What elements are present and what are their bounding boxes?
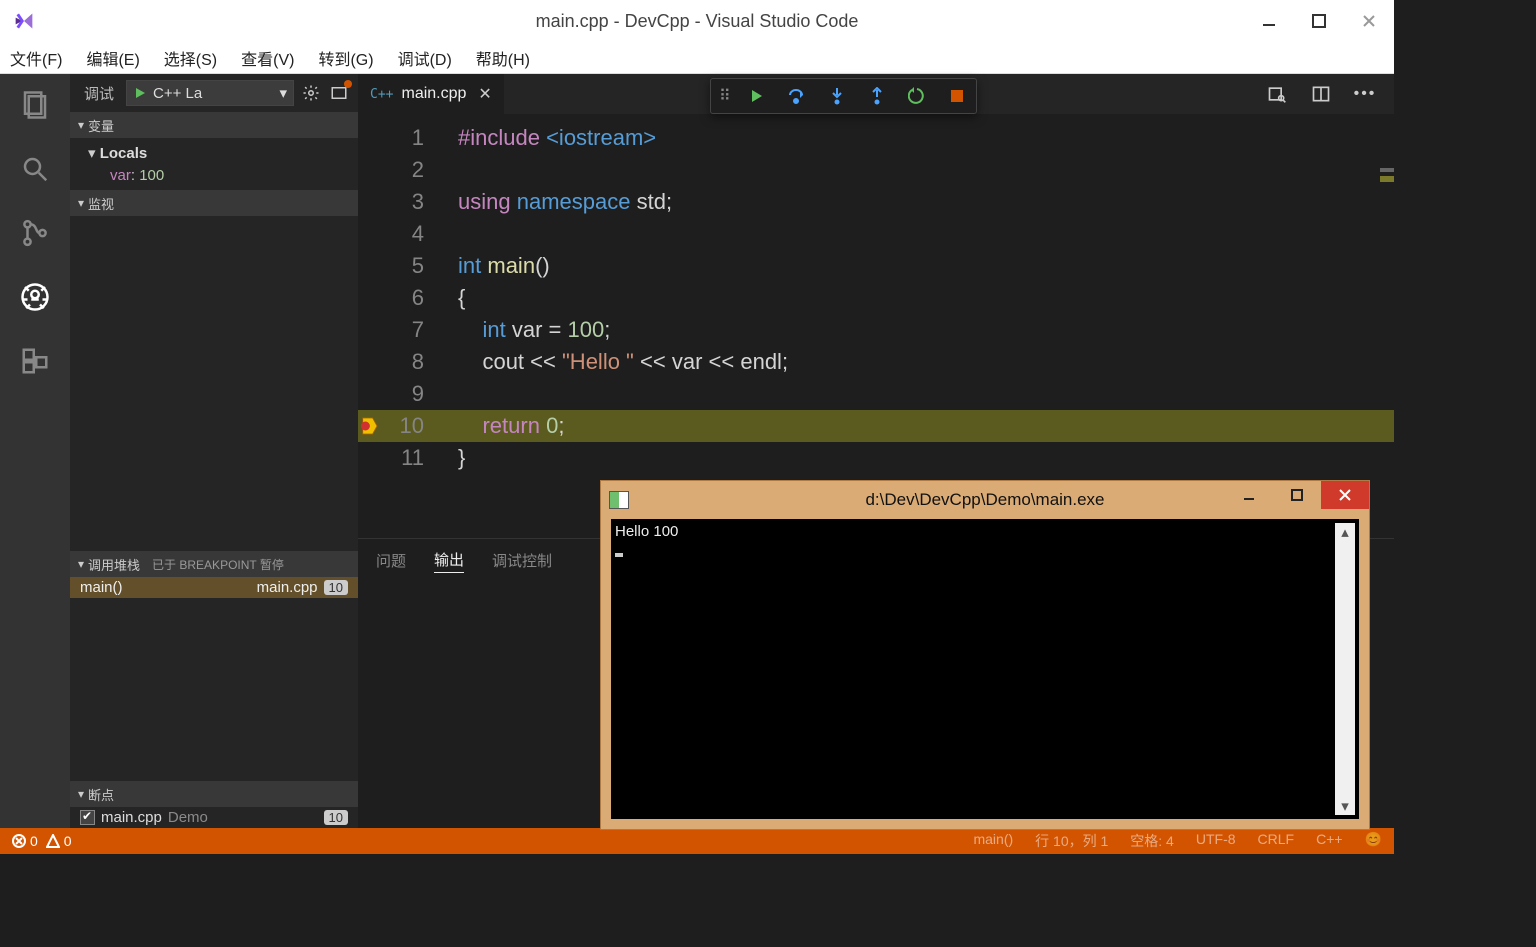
search-icon[interactable] xyxy=(18,152,52,186)
source-control-icon[interactable] xyxy=(18,216,52,250)
menu-debug[interactable]: 调试(D) xyxy=(398,46,452,70)
breakpoint-current-icon[interactable] xyxy=(360,417,378,435)
console-minimize-button[interactable] xyxy=(1225,481,1273,509)
variables-header[interactable]: ▾变量 xyxy=(70,112,358,138)
console-scrollbar[interactable]: ▴▾ xyxy=(1335,523,1355,815)
console-close-button[interactable] xyxy=(1321,481,1369,509)
callstack-header[interactable]: ▾调用堆栈已于 BREAKPOINT 暂停 xyxy=(70,551,358,577)
step-into-button[interactable] xyxy=(826,85,848,107)
menu-view[interactable]: 查看(V) xyxy=(241,46,294,70)
stop-button[interactable] xyxy=(946,85,968,107)
overview-ruler[interactable] xyxy=(1380,114,1394,538)
menu-help[interactable]: 帮助(H) xyxy=(476,46,530,70)
launch-config-label: C++ La xyxy=(153,85,202,102)
step-over-button[interactable] xyxy=(786,85,808,107)
panel-tab-output[interactable]: 输出 xyxy=(434,547,464,573)
status-eol[interactable]: CRLF xyxy=(1258,831,1295,851)
stack-frame[interactable]: main() main.cpp 10 xyxy=(70,577,358,598)
status-indent[interactable]: 空格: 4 xyxy=(1130,831,1174,851)
debug-icon[interactable] xyxy=(18,280,52,314)
more-icon[interactable]: ••• xyxy=(1354,83,1376,105)
editor-tab-main[interactable]: C++ main.cpp ✕ xyxy=(358,74,504,114)
window-maximize-button[interactable] xyxy=(1294,0,1344,42)
status-errors[interactable]: 0 xyxy=(12,833,38,849)
status-encoding[interactable]: UTF-8 xyxy=(1196,831,1236,851)
vs-logo-icon xyxy=(14,11,34,31)
menu-file[interactable]: 文件(F) xyxy=(10,46,62,70)
extensions-icon[interactable] xyxy=(18,344,52,378)
sidebar-title: 调试 xyxy=(84,83,114,104)
close-icon[interactable]: ✕ xyxy=(478,84,491,104)
debug-toolbar[interactable]: ⠿ xyxy=(710,78,977,114)
gear-icon[interactable] xyxy=(300,82,322,104)
window-close-button[interactable] xyxy=(1344,0,1394,42)
status-bar: 0 0 main() 行 10，列 1 空格: 4 UTF-8 CRLF C++… xyxy=(0,828,1394,854)
console-output: Hello 100 xyxy=(615,523,1335,815)
menu-goto[interactable]: 转到(G) xyxy=(318,46,373,70)
debug-sidebar: 调试 C++ La ▾ ▾变量 ▾ Locals var: 100 ▾监视 ▾调… xyxy=(70,74,358,828)
watch-header[interactable]: ▾监视 xyxy=(70,190,358,216)
code-editor[interactable]: 123 456 789 1011 #include <iostream> usi… xyxy=(358,114,1394,538)
continue-button[interactable] xyxy=(746,85,768,107)
console-maximize-button[interactable] xyxy=(1273,481,1321,509)
explorer-icon[interactable] xyxy=(18,88,52,122)
drag-handle-icon[interactable]: ⠿ xyxy=(719,86,728,106)
status-scope[interactable]: main() xyxy=(973,831,1013,851)
locals-group[interactable]: ▾ Locals xyxy=(70,142,358,164)
cpp-file-icon: C++ xyxy=(370,87,393,102)
restart-button[interactable] xyxy=(906,85,928,107)
status-cursor[interactable]: 行 10，列 1 xyxy=(1035,831,1108,851)
editor-find-icon[interactable] xyxy=(1266,83,1288,105)
console-window[interactable]: d:\Dev\DevCpp\Demo\main.exe Hello 100 ▴▾ xyxy=(600,480,1370,830)
split-editor-icon[interactable] xyxy=(1310,83,1332,105)
launch-config-select[interactable]: C++ La ▾ xyxy=(126,80,294,106)
code-content: #include <iostream> using namespace std;… xyxy=(458,122,1394,474)
panel-tab-debug-console[interactable]: 调试控制 xyxy=(492,548,552,573)
window-minimize-button[interactable] xyxy=(1244,0,1294,42)
status-warnings[interactable]: 0 xyxy=(46,833,72,849)
step-out-button[interactable] xyxy=(866,85,888,107)
breakpoints-header[interactable]: ▾断点 xyxy=(70,781,358,807)
titlebar: main.cpp - DevCpp - Visual Studio Code xyxy=(0,0,1394,42)
menubar: 文件(F) 编辑(E) 选择(S) 查看(V) 转到(G) 调试(D) 帮助(H… xyxy=(0,42,1394,74)
activity-bar xyxy=(0,74,70,828)
status-feedback-icon[interactable]: 😊 xyxy=(1365,831,1382,851)
menu-select[interactable]: 选择(S) xyxy=(164,46,217,70)
console-titlebar[interactable]: d:\Dev\DevCpp\Demo\main.exe xyxy=(601,481,1369,519)
panel-tab-problems[interactable]: 问题 xyxy=(376,548,406,573)
window-title: main.cpp - DevCpp - Visual Studio Code xyxy=(0,11,1394,32)
breakpoint-row[interactable]: main.cpp Demo 10 xyxy=(70,807,358,828)
menu-edit[interactable]: 编辑(E) xyxy=(86,46,139,70)
status-lang[interactable]: C++ xyxy=(1316,831,1342,851)
debug-console-icon[interactable] xyxy=(328,82,350,104)
console-app-icon xyxy=(609,491,629,509)
variable-row[interactable]: var: 100 xyxy=(70,164,358,186)
breakpoint-checkbox[interactable] xyxy=(80,810,95,825)
